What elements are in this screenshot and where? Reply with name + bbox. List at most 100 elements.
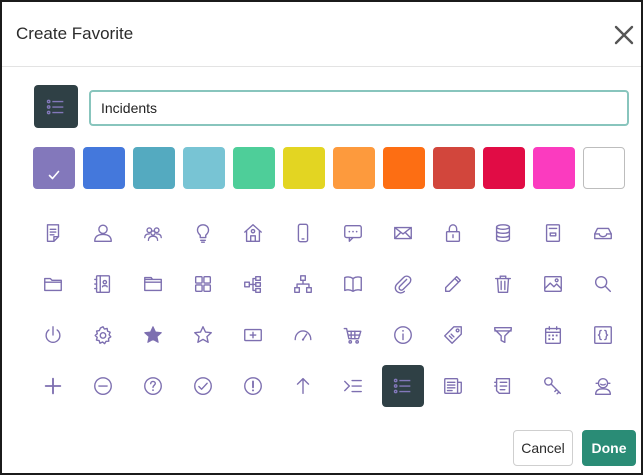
workflow-icon-glyph — [244, 275, 262, 293]
star-filled-icon[interactable] — [132, 314, 174, 356]
trash-icon[interactable] — [482, 263, 524, 305]
color-swatch[interactable] — [383, 147, 425, 189]
star-outline-icon-glyph — [194, 326, 212, 344]
color-swatch[interactable] — [333, 147, 375, 189]
lightbulb-icon[interactable] — [182, 212, 224, 254]
mobile-icon[interactable] — [282, 212, 324, 254]
star-filled-icon-glyph — [144, 326, 162, 343]
color-swatch[interactable] — [83, 147, 125, 189]
plus-icon[interactable] — [32, 365, 74, 407]
cart-icon[interactable] — [332, 314, 374, 356]
user-icon-glyph — [94, 224, 112, 242]
braces-icon-glyph — [594, 326, 612, 344]
color-swatches — [33, 147, 633, 190]
pencil-icon-glyph — [444, 275, 462, 293]
color-swatch[interactable] — [533, 147, 575, 189]
image-icon[interactable] — [532, 263, 574, 305]
gear-icon-glyph — [94, 326, 112, 345]
speedometer-icon[interactable] — [282, 314, 324, 356]
done-button[interactable]: Done — [582, 430, 636, 466]
alert-icon[interactable] — [232, 365, 274, 407]
color-swatch[interactable] — [33, 147, 75, 189]
grid-icon[interactable] — [182, 263, 224, 305]
folder-icon[interactable] — [32, 263, 74, 305]
indent-icon-glyph — [344, 379, 362, 393]
list-icon — [46, 99, 64, 114]
database-icon-glyph — [495, 224, 511, 242]
icon-picker-grid — [32, 212, 632, 412]
arrow-up-icon-glyph — [296, 377, 310, 395]
home-icon-glyph — [244, 224, 262, 242]
pencil-icon[interactable] — [432, 263, 474, 305]
close-icon[interactable] — [609, 20, 639, 50]
tag-icon[interactable] — [432, 314, 474, 356]
feed-icon[interactable] — [482, 365, 524, 407]
list-icon[interactable] — [382, 365, 424, 407]
question-icon[interactable] — [132, 365, 174, 407]
folder-icon-glyph — [44, 277, 62, 292]
trash-icon-glyph — [494, 275, 512, 293]
power-icon[interactable] — [32, 314, 74, 356]
favorite-preview-icon — [34, 85, 78, 128]
color-swatch[interactable] — [133, 147, 175, 189]
color-swatch[interactable] — [483, 147, 525, 189]
star-outline-icon[interactable] — [182, 314, 224, 356]
book-icon[interactable] — [332, 263, 374, 305]
user-icon[interactable] — [82, 212, 124, 254]
paperclip-icon-glyph — [394, 275, 412, 294]
indent-icon[interactable] — [332, 365, 374, 407]
cancel-button[interactable]: Cancel — [513, 430, 573, 466]
book-icon-glyph — [344, 276, 362, 293]
key-icon-glyph — [544, 377, 562, 395]
info-icon[interactable] — [382, 314, 424, 356]
database-icon[interactable] — [482, 212, 524, 254]
search-icon-glyph — [594, 275, 612, 293]
braces-icon[interactable] — [582, 314, 624, 356]
form-icon[interactable] — [532, 212, 574, 254]
news-icon-glyph — [444, 377, 462, 395]
color-swatch[interactable] — [283, 147, 325, 189]
color-swatch[interactable] — [583, 147, 625, 189]
lock-icon[interactable] — [432, 212, 474, 254]
list-icon-glyph — [393, 378, 411, 394]
calendar-icon-glyph — [544, 326, 562, 344]
hierarchy-icon-glyph — [294, 275, 312, 293]
dialog-title: Create Favorite — [16, 24, 134, 43]
document-icon[interactable] — [32, 212, 74, 254]
speedometer-icon-glyph — [294, 330, 312, 341]
agent-icon[interactable] — [582, 365, 624, 407]
info-icon-glyph — [394, 326, 412, 344]
filter-icon-glyph — [494, 326, 512, 344]
paperclip-icon[interactable] — [382, 263, 424, 305]
calendar-icon[interactable] — [532, 314, 574, 356]
phone-book-icon-glyph — [94, 275, 111, 293]
tag-icon-glyph — [444, 326, 462, 344]
workflow-icon[interactable] — [232, 263, 274, 305]
key-icon[interactable] — [532, 365, 574, 407]
arrow-up-icon[interactable] — [282, 365, 324, 407]
phone-book-icon[interactable] — [82, 263, 124, 305]
check-circle-icon[interactable] — [182, 365, 224, 407]
home-icon[interactable] — [232, 212, 274, 254]
gear-icon[interactable] — [82, 314, 124, 356]
cart-icon-glyph — [343, 327, 362, 344]
minus-circle-icon[interactable] — [82, 365, 124, 407]
filter-icon[interactable] — [482, 314, 524, 356]
hierarchy-icon[interactable] — [282, 263, 324, 305]
users-icon[interactable] — [132, 212, 174, 254]
favorite-name-input[interactable] — [89, 90, 629, 126]
search-icon[interactable] — [582, 263, 624, 305]
color-swatch[interactable] — [183, 147, 225, 189]
plus-box-icon[interactable] — [232, 314, 274, 356]
inbox-icon-glyph — [594, 227, 612, 240]
chat-icon[interactable] — [332, 212, 374, 254]
dialog-header: Create Favorite — [2, 2, 641, 67]
inbox-icon[interactable] — [582, 212, 624, 254]
folder-tab-icon[interactable] — [132, 263, 174, 305]
news-icon[interactable] — [432, 365, 474, 407]
minus-circle-icon-glyph — [94, 377, 112, 395]
color-swatch[interactable] — [233, 147, 275, 189]
mail-icon[interactable] — [382, 212, 424, 254]
question-icon-glyph — [144, 377, 162, 395]
color-swatch[interactable] — [433, 147, 475, 189]
